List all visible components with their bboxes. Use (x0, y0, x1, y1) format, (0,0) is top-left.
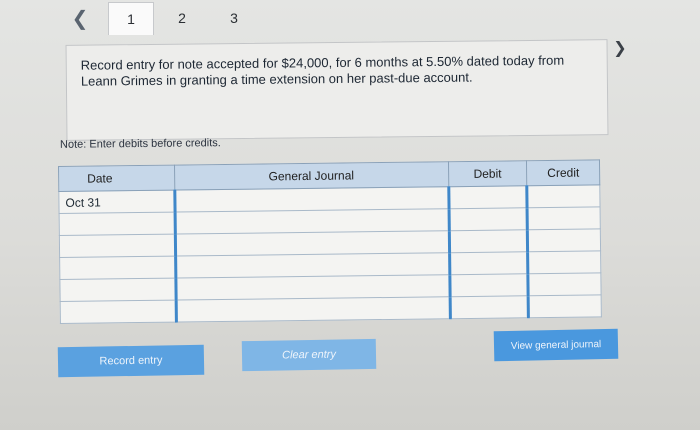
chevron-right-icon[interactable]: ❯ (610, 38, 630, 58)
date-cell[interactable] (60, 300, 177, 324)
credit-input[interactable] (527, 184, 601, 208)
tab-label: 1 (127, 11, 135, 27)
record-entry-button[interactable]: Record entry (57, 344, 205, 378)
credit-input[interactable] (528, 272, 602, 296)
date-cell[interactable] (59, 278, 176, 302)
debit-input[interactable] (449, 295, 529, 319)
header-credit: Credit (526, 159, 600, 186)
tab-2[interactable]: 2 (160, 2, 204, 34)
debit-input[interactable] (448, 229, 528, 253)
header-date: Date (58, 165, 175, 192)
chevron-left-icon[interactable]: ❮ (60, 4, 100, 32)
debit-input[interactable] (448, 207, 528, 231)
header-debit: Debit (447, 160, 528, 187)
credit-input[interactable] (527, 228, 601, 252)
clear-entry-button[interactable]: Clear entry (241, 338, 377, 372)
credit-input[interactable] (527, 250, 601, 274)
debit-input[interactable] (448, 185, 528, 209)
journal-table: Date General Journal Debit Credit Oct 31 (58, 159, 602, 324)
tab-label: 3 (230, 10, 238, 26)
tab-3[interactable]: 3 (212, 2, 256, 34)
debit-input[interactable] (449, 273, 529, 297)
tab-1[interactable]: 1 (108, 2, 154, 35)
date-cell[interactable] (59, 256, 176, 280)
prompt-text: Record entry for note accepted for $24,0… (80, 52, 565, 89)
debit-input[interactable] (449, 251, 529, 275)
date-cell[interactable] (59, 212, 176, 236)
tab-label: 2 (178, 10, 186, 26)
prompt-box: Record entry for note accepted for $24,0… (65, 39, 609, 141)
header-general-journal: General Journal (174, 161, 449, 191)
top-navigation: ❮ 1 2 3 (0, 0, 700, 36)
credit-input[interactable] (527, 206, 601, 230)
date-cell[interactable] (59, 234, 176, 258)
view-general-journal-button[interactable]: View general journal (493, 328, 619, 362)
credit-input[interactable] (528, 294, 602, 318)
account-input[interactable] (175, 296, 450, 323)
date-cell[interactable]: Oct 31 (58, 190, 175, 214)
instruction-note: Note: Enter debits before credits. (59, 137, 221, 151)
